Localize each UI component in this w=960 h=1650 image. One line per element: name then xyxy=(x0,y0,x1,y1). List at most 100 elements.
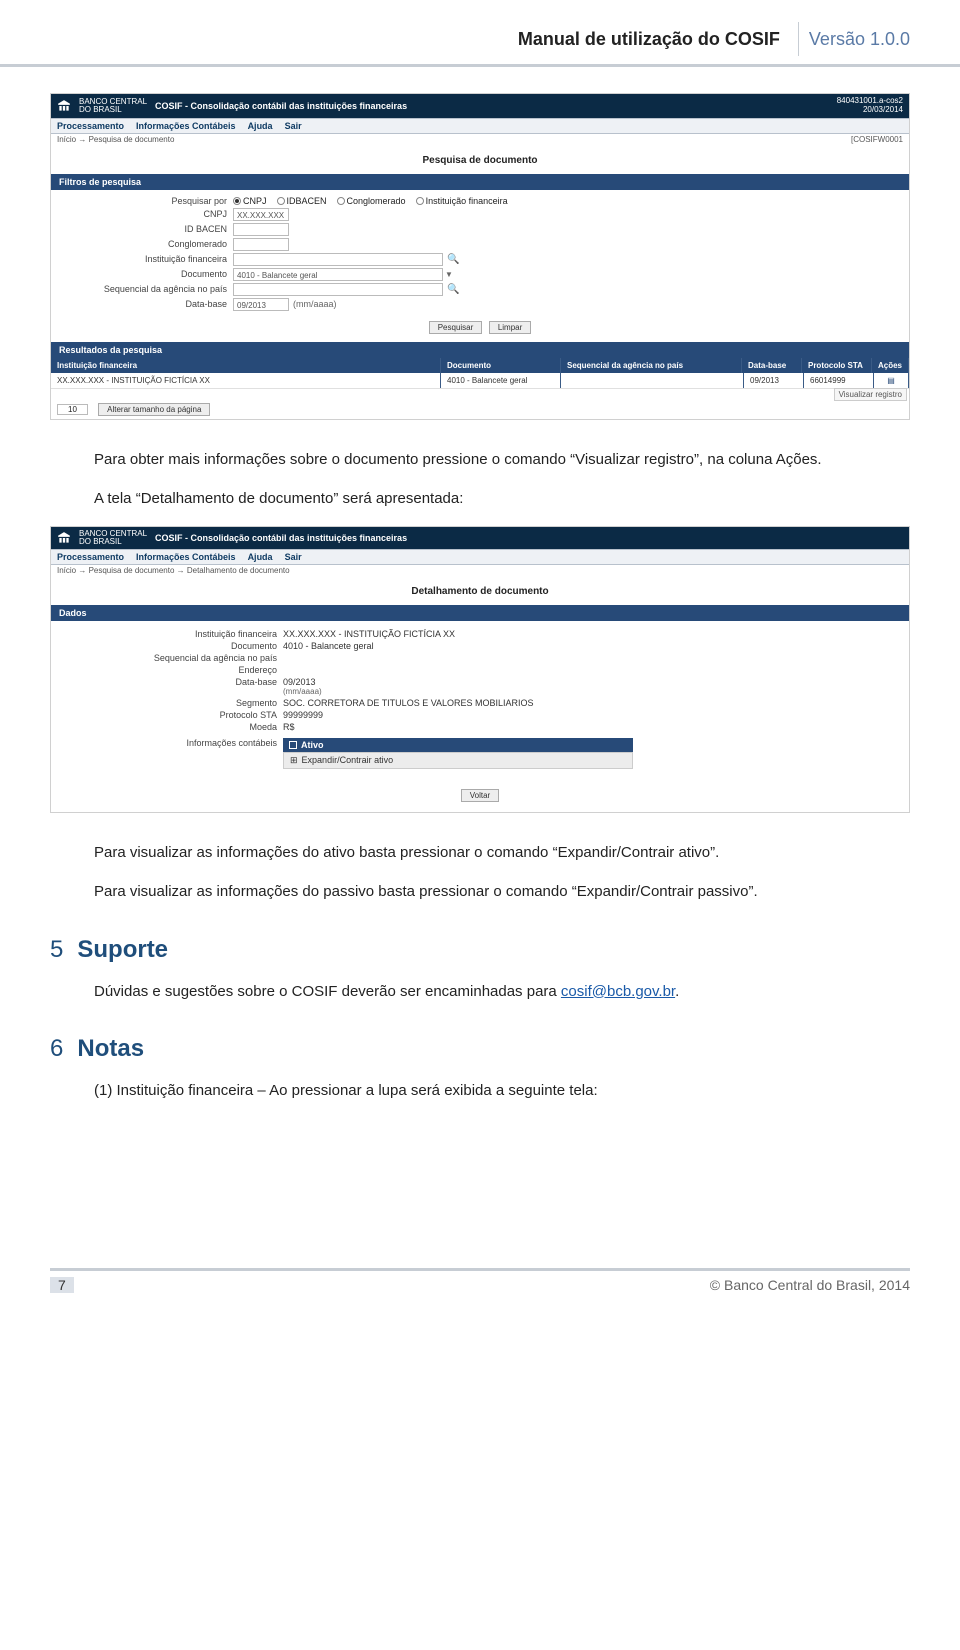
input-cong[interactable] xyxy=(233,238,289,251)
menu-sair[interactable]: Sair xyxy=(285,552,302,562)
breadcrumb: Início → Pesquisa de documento [COSIFW00… xyxy=(51,134,909,145)
label-doc: Documento xyxy=(57,269,227,279)
info-ativo-header[interactable]: Ativo xyxy=(283,738,633,752)
visualizar-registro-icon[interactable]: ▤ xyxy=(874,373,909,388)
breadcrumb: Início → Pesquisa de documento → Detalha… xyxy=(51,565,909,576)
button-row: Pesquisar Limpar xyxy=(51,317,909,342)
cell-prot: 66014999 xyxy=(804,373,874,388)
radio-dot-icon xyxy=(337,197,345,205)
brand-line2: DO BRASIL xyxy=(79,106,147,114)
val-db: 09/2013 (mm/aaaa) xyxy=(283,677,322,696)
label-doc: Documento xyxy=(57,641,277,651)
input-idbacen[interactable] xyxy=(233,223,289,236)
search-icon[interactable]: 🔍 xyxy=(447,254,459,265)
page-footer: 7 © Banco Central do Brasil, 2014 xyxy=(0,1268,960,1321)
voltar-row: Voltar xyxy=(51,781,909,812)
pager-button[interactable]: Alterar tamanho da página xyxy=(98,403,210,416)
brand-area: BANCO CENTRAL DO BRASIL COSIF - Consolid… xyxy=(57,98,407,114)
breadcrumb-path: Início → Pesquisa de documento xyxy=(57,135,174,144)
para5-text-a: Dúvidas e sugestões sobre o COSIF deverã… xyxy=(94,983,561,1000)
menu-ajuda[interactable]: Ajuda xyxy=(248,552,273,562)
paragraph-2: A tela “Detalhamento de documento” será … xyxy=(50,487,910,510)
menu-sair[interactable]: Sair xyxy=(285,121,302,131)
label-cong: Conglomerado xyxy=(57,239,227,249)
input-database[interactable]: 09/2013 xyxy=(233,298,289,311)
label-inst: Instituição financeira xyxy=(57,629,277,639)
session-date: 20/03/2014 xyxy=(837,106,903,115)
paragraph-4: Para visualizar as informações do passiv… xyxy=(50,880,910,903)
radio-dot-icon xyxy=(233,197,241,205)
label-database: Data-base xyxy=(57,299,227,309)
label-cnpj: CNPJ xyxy=(57,209,227,219)
row-instfin: Instituição financeira 🔍 xyxy=(57,253,903,266)
cell-db: 09/2013 xyxy=(744,373,804,388)
section-6-num: 6 xyxy=(50,1035,63,1062)
select-documento[interactable]: 4010 - Balancete geral xyxy=(233,268,443,281)
page-title: Detalhamento de documento xyxy=(51,576,909,605)
input-cnpj[interactable]: XX.XXX.XXX xyxy=(233,208,289,221)
col-prot[interactable]: Protocolo STA xyxy=(802,358,872,373)
paragraph-5: Dúvidas e sugestões sobre o COSIF deverã… xyxy=(50,980,910,1003)
dados-heading: Dados xyxy=(51,605,909,621)
label-prot: Protocolo STA xyxy=(57,710,277,720)
document-header: Manual de utilização do COSIF Versão 1.0… xyxy=(0,0,960,62)
topbar-right: 840431001.a-cos2 20/03/2014 xyxy=(837,97,903,115)
support-email-link[interactable]: cosif@bcb.gov.br xyxy=(561,983,675,1000)
info-ativo-title: Ativo xyxy=(301,740,324,750)
database-hint: (mm/aaaa) xyxy=(293,299,337,309)
label-seq: Sequencial da agência no país xyxy=(57,284,227,294)
label-moeda: Moeda xyxy=(57,722,277,732)
col-db[interactable]: Data-base xyxy=(742,358,802,373)
val-moeda: R$ xyxy=(283,722,295,732)
label-seq: Sequencial da agência no país xyxy=(57,653,277,663)
page-size-input[interactable]: 10 xyxy=(57,404,88,415)
radio-dot-icon xyxy=(416,197,424,205)
brand-text: BANCO CENTRAL DO BRASIL xyxy=(79,530,147,546)
row-database: Data-base 09/2013 (mm/aaaa) xyxy=(57,298,903,311)
radio-label-cnpj: CNPJ xyxy=(243,196,267,206)
brand-line2: DO BRASIL xyxy=(79,538,147,546)
results-header-row: Instituição financeira Documento Sequenc… xyxy=(51,358,909,373)
detail-form: Instituição financeiraXX.XXX.XXX - INSTI… xyxy=(51,621,909,781)
voltar-button[interactable]: Voltar xyxy=(461,789,499,802)
label-info: Informações contábeis xyxy=(57,738,277,769)
input-instfin[interactable] xyxy=(233,253,443,266)
col-inst[interactable]: Instituição financeira xyxy=(51,358,441,373)
input-seq[interactable] xyxy=(233,283,443,296)
bank-logo-icon xyxy=(57,99,71,113)
pesquisar-button[interactable]: Pesquisar xyxy=(429,321,483,334)
menu-informacoes[interactable]: Informações Contábeis xyxy=(136,552,236,562)
app-topbar: BANCO CENTRAL DO BRASIL COSIF - Consolid… xyxy=(51,527,909,549)
menu-processamento[interactable]: Processamento xyxy=(57,552,124,562)
expandir-contrair-ativo[interactable]: ⊞Expandir/Contrair ativo xyxy=(283,752,633,769)
section-6-title: Notas xyxy=(77,1035,144,1062)
menu-processamento[interactable]: Processamento xyxy=(57,121,124,131)
app-name: COSIF - Consolidação contábil das instit… xyxy=(155,533,407,543)
tooltip-visualizar: Visualizar registro xyxy=(51,389,909,400)
info-contabeis-box: Ativo ⊞Expandir/Contrair ativo xyxy=(283,738,633,769)
col-doc[interactable]: Documento xyxy=(441,358,561,373)
app-topbar: BANCO CENTRAL DO BRASIL COSIF - Consolid… xyxy=(51,94,909,118)
col-seq[interactable]: Sequencial da agência no país xyxy=(561,358,742,373)
radio-instfin[interactable]: Instituição financeira xyxy=(416,196,508,206)
radio-conglomerado[interactable]: Conglomerado xyxy=(337,196,406,206)
plus-icon: ⊞ xyxy=(290,755,298,765)
radio-label-instfin: Instituição financeira xyxy=(426,196,508,206)
para5-text-b: . xyxy=(675,983,679,1000)
menu-informacoes[interactable]: Informações Contábeis xyxy=(136,121,236,131)
radio-cnpj[interactable]: CNPJ xyxy=(233,196,267,206)
brand-area: BANCO CENTRAL DO BRASIL COSIF - Consolid… xyxy=(57,530,407,546)
header-divider xyxy=(798,22,799,56)
dropdown-icon[interactable]: ▼ xyxy=(445,270,453,279)
menu-ajuda[interactable]: Ajuda xyxy=(248,121,273,131)
val-db-value: 09/2013 xyxy=(283,677,322,687)
row-cong: Conglomerado xyxy=(57,238,903,251)
footer-rule xyxy=(50,1268,910,1271)
page-content: BANCO CENTRAL DO BRASIL COSIF - Consolid… xyxy=(0,67,960,1148)
search-icon[interactable]: 🔍 xyxy=(447,284,459,295)
limpar-button[interactable]: Limpar xyxy=(489,321,531,334)
section-5-title: Suporte xyxy=(77,936,168,963)
radio-idbacen[interactable]: IDBACEN xyxy=(277,196,327,206)
row-idbacen: ID BACEN xyxy=(57,223,903,236)
filter-form: Pesquisar por CNPJ IDBACEN Conglomerado … xyxy=(51,190,909,317)
